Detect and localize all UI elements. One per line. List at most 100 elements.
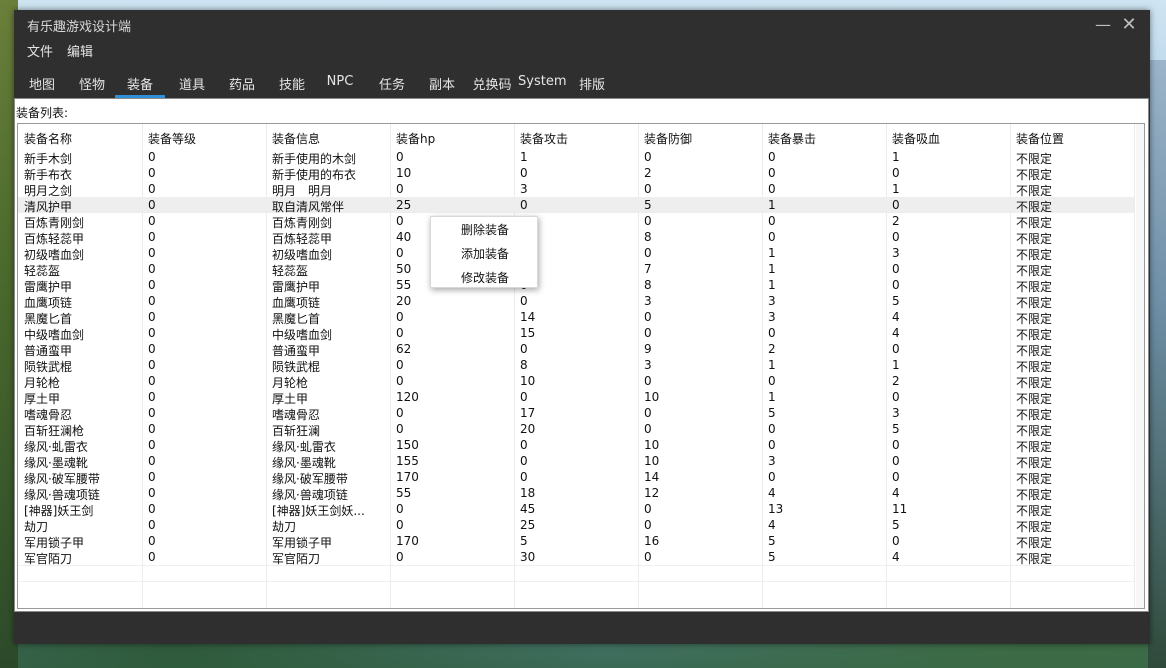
table-row[interactable]: 百斩狂澜枪 0 百斩狂澜 0 20 0 0 5 不限定: [18, 421, 1134, 438]
table-row[interactable]: 军用锁子甲 0 军用锁子甲 170 5 16 5 0 不限定: [18, 533, 1134, 550]
table-row[interactable]: 缘风·墨魂靴 0 缘风·墨魂靴 155 0 10 3 0 不限定: [18, 453, 1134, 470]
table-row[interactable]: 缘风·兽魂项链 0 缘风·兽魂项链 55 18 12 4 4 不限定: [18, 485, 1134, 502]
table-cell: 1: [520, 150, 528, 164]
title-bar[interactable]: 有乐趣游戏设计端 — ✕: [14, 10, 1150, 38]
table-row[interactable]: 初级嗜血剑0初级嗜血剑02013不限定: [18, 245, 1134, 262]
tab-layout[interactable]: 排版: [578, 74, 606, 96]
context-add-equipment[interactable]: 添加装备: [461, 245, 509, 262]
table-row[interactable]: 清风护甲 0 取自清风常伴 25 0 5 1 0 不限定: [18, 197, 1134, 214]
table-cell: 155: [396, 454, 419, 468]
menu-edit[interactable]: 编辑: [67, 41, 93, 60]
table-cell: 3: [768, 310, 776, 324]
table-row[interactable]: 月轮枪 0 月轮枪 0 10 0 0 2 不限定: [18, 373, 1134, 390]
table-row[interactable]: 嗜魂骨忍 0 嗜魂骨忍 0 17 0 5 3 不限定: [18, 405, 1134, 422]
table-cell: 0: [520, 454, 528, 468]
tab-equipment[interactable]: 装备: [115, 74, 165, 98]
table-row[interactable]: 百炼青刚剑0百炼青刚剑05002不限定: [18, 213, 1134, 230]
equipment-table[interactable]: 装备名称 装备等级 装备信息 装备hp 装备攻击 装备防御 装备暴击 装备吸血 装备位置 新手木…: [17, 123, 1145, 609]
table-cell: 1: [892, 150, 900, 164]
table-cell: 0: [644, 422, 652, 436]
table-row[interactable]: 明月之剑 0 明月 明月 0 3 0 0 1 不限定: [18, 181, 1134, 198]
table-row[interactable]: 百炼轻蕊甲0百炼轻蕊甲400800不限定: [18, 229, 1134, 246]
tab-skill[interactable]: 技能: [278, 74, 306, 96]
minimize-icon[interactable]: —: [1092, 14, 1114, 36]
table-row[interactable]: 厚土甲 0 厚土甲 120 0 10 1 0 不限定: [18, 389, 1134, 406]
context-delete-equipment[interactable]: 删除装备: [461, 221, 509, 238]
table-cell: 0: [148, 518, 156, 532]
column-header[interactable]: 装备攻击: [520, 130, 568, 147]
table-cell: 0: [520, 294, 528, 308]
table-cell: 8: [644, 230, 652, 244]
table-row[interactable]: 黑魔匕首 0 黑魔匕首 0 14 0 3 4 不限定: [18, 309, 1134, 326]
tab-monster[interactable]: 怪物: [78, 74, 106, 96]
tab-system[interactable]: System: [518, 74, 566, 96]
table-cell: 10: [644, 390, 660, 404]
table-cell: 0: [644, 326, 652, 340]
table-row[interactable]: 中级嗜血剑 0 中级嗜血剑 0 15 0 0 4 不限定: [18, 325, 1134, 342]
table-row[interactable]: 新手木剑 0 新手使用的木剑 0 1 0 0 1 不限定: [18, 149, 1134, 166]
column-header[interactable]: 装备hp: [396, 130, 435, 147]
table-cell: 0: [148, 454, 156, 468]
table-cell: 0: [892, 166, 900, 180]
table-cell: 0: [148, 278, 156, 292]
table-cell: 0: [768, 214, 776, 228]
tab-quest[interactable]: 任务: [378, 74, 406, 96]
tab-npc[interactable]: NPC: [325, 74, 355, 96]
column-header[interactable]: 装备防御: [644, 130, 692, 147]
column-header[interactable]: 装备等级: [148, 130, 196, 147]
column-header[interactable]: 装备位置: [1016, 130, 1064, 147]
table-row[interactable]: [神器]妖王剑 0 [神器]妖王剑妖... 0 45 0 13 11 不限定: [18, 501, 1134, 518]
table-cell: 16: [644, 534, 660, 548]
table-cell: 0: [148, 550, 156, 564]
column-header[interactable]: 装备暴击: [768, 130, 816, 147]
table-cell: 0: [148, 374, 156, 388]
menu-file[interactable]: 文件: [27, 41, 53, 60]
tab-map[interactable]: 地图: [28, 74, 56, 96]
table-cell: 0: [520, 198, 528, 212]
table-cell: 0: [768, 166, 776, 180]
column-header[interactable]: 装备信息: [272, 130, 320, 147]
table-cell: 2: [892, 374, 900, 388]
column-header[interactable]: 装备吸血: [892, 130, 940, 147]
table-row[interactable]: 血鹰项链 0 血鹰项链 20 0 3 3 5 不限定: [18, 293, 1134, 310]
table-cell: 0: [396, 310, 404, 324]
table-cell: 0: [644, 374, 652, 388]
tab-item[interactable]: 道具: [178, 74, 206, 96]
table-cell: 10: [396, 166, 412, 180]
table-cell: 5: [520, 534, 528, 548]
vertical-scrollbar[interactable]: [1136, 124, 1144, 608]
context-edit-equipment[interactable]: 修改装备: [461, 269, 509, 286]
close-icon[interactable]: ✕: [1118, 14, 1140, 36]
table-row[interactable]: 轻蕊盔0轻蕊盔500710不限定: [18, 261, 1134, 278]
table-cell: 0: [396, 326, 404, 340]
table-cell: 0: [892, 438, 900, 452]
background-right: [1148, 60, 1166, 668]
tab-potion[interactable]: 药品: [228, 74, 256, 96]
table-row[interactable]: 陨铁武棍 0 陨铁武棍 0 8 3 1 1 不限定: [18, 357, 1134, 374]
table-row[interactable]: 劫刀 0 劫刀 0 25 0 4 5 不限定: [18, 517, 1134, 534]
table-cell: 0: [644, 246, 652, 260]
table-cell: 0: [768, 374, 776, 388]
table-cell: 0: [892, 278, 900, 292]
table-cell: 0: [148, 438, 156, 452]
table-row[interactable]: 普通蛮甲 0 普通蛮甲 62 0 9 2 0 不限定: [18, 341, 1134, 358]
table-row[interactable]: 新手布衣 0 新手使用的布衣 10 0 2 0 0 不限定: [18, 165, 1134, 182]
table-cell: 10: [644, 438, 660, 452]
table-cell: 0: [644, 150, 652, 164]
table-cell: 0: [396, 406, 404, 420]
table-cell: 5: [768, 406, 776, 420]
table-cell: 0: [148, 262, 156, 276]
table-cell: 0: [148, 470, 156, 484]
table-cell: 0: [148, 310, 156, 324]
column-header[interactable]: 装备名称: [24, 130, 72, 147]
table-row[interactable]: 军官陌刀 0 军官陌刀 0 30 0 5 4 不限定: [18, 549, 1134, 566]
table-row[interactable]: 缘风·虬雷衣 0 缘风·虬雷衣 150 0 10 0 0 不限定: [18, 437, 1134, 454]
tab-dungeon[interactable]: 副本: [428, 74, 456, 96]
table-cell: 0: [892, 534, 900, 548]
table-cell: 0: [768, 230, 776, 244]
table-row[interactable]: 缘风·破军腰带 0 缘风·破军腰带 170 0 14 0 0 不限定: [18, 469, 1134, 486]
tab-redeem-code[interactable]: 兑换码: [471, 74, 513, 96]
empty-row: [18, 581, 1134, 598]
table-cell: 3: [644, 294, 652, 308]
table-row[interactable]: 雷鹰护甲0雷鹰护甲550810不限定: [18, 277, 1134, 294]
